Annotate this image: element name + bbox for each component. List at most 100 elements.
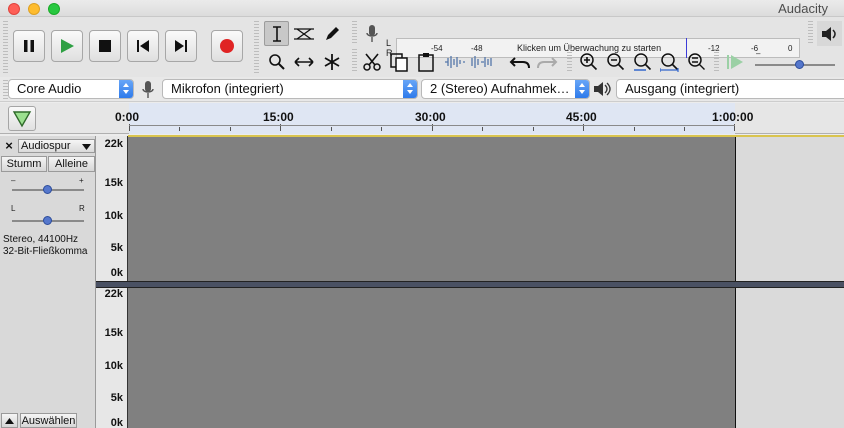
track-sample-rate: Stereo, 44100Hz [3, 234, 79, 245]
pan-right-label: R [79, 204, 85, 213]
recording-device-select[interactable]: Mikrofon (integriert) [162, 79, 418, 99]
track-control-panel[interactable]: × Audiospur Stumm Alleine – + L R Stereo… [0, 136, 96, 428]
zoom-out-button[interactable] [603, 49, 628, 74]
skip-to-end-button[interactable] [165, 30, 197, 62]
toolbar-grip[interactable] [567, 49, 572, 73]
scale-label: 5k [110, 242, 123, 254]
right-channel-view[interactable] [128, 288, 735, 428]
channel-divider[interactable] [96, 281, 844, 288]
ruler-baseline [129, 125, 735, 126]
scissors-icon [362, 52, 381, 71]
close-window-button[interactable] [8, 3, 20, 15]
gain-minus-label: – [11, 176, 16, 185]
minimize-window-button[interactable] [28, 3, 40, 15]
playback-device-value: Ausgang (integriert) [625, 81, 740, 96]
silence-audio-button[interactable] [468, 49, 493, 74]
trim-audio-button[interactable] [441, 49, 466, 74]
ruler-tick [179, 127, 180, 131]
pause-button[interactable] [13, 30, 45, 62]
skip-to-start-button[interactable] [127, 30, 159, 62]
undo-button[interactable] [507, 49, 532, 74]
maximize-window-button[interactable] [48, 3, 60, 15]
empty-track-area[interactable] [735, 288, 844, 428]
audio-host-value: Core Audio [17, 81, 82, 96]
scale-label: 10k [104, 360, 123, 372]
triangle-down-icon [12, 111, 32, 128]
redo-icon [536, 56, 557, 68]
draw-tool[interactable] [319, 21, 344, 46]
window-title: Audacity [778, 1, 828, 16]
clipboard-icon [417, 52, 434, 72]
collapse-track-button[interactable] [1, 413, 18, 428]
gain-knob[interactable] [43, 185, 52, 194]
skip-start-icon [137, 40, 149, 52]
zoom-in-icon [579, 52, 597, 70]
toolbar-grip[interactable] [714, 49, 719, 73]
zoom-toggle-icon [687, 52, 705, 70]
selection-tool[interactable] [264, 21, 289, 46]
scale-label: 15k [104, 327, 123, 339]
solo-button[interactable]: Alleine [48, 156, 95, 172]
track-menu-button[interactable]: Audiospur [18, 139, 95, 153]
toolbar-grip[interactable] [808, 21, 813, 45]
copy-button[interactable] [386, 49, 411, 74]
paste-button[interactable] [413, 49, 438, 74]
time-shift-tool[interactable] [291, 49, 316, 74]
playback-meter-button[interactable] [817, 21, 842, 46]
stop-button[interactable] [89, 30, 121, 62]
triangle-down-icon [82, 144, 91, 150]
toolbar-grip[interactable] [352, 49, 357, 73]
playback-device-select[interactable]: Ausgang (integriert) [616, 79, 844, 99]
select-track-button[interactable]: Auswählen [20, 413, 77, 428]
toolbar-grip[interactable] [254, 21, 259, 73]
triangle-up-icon [5, 418, 14, 424]
zoom-toggle-button[interactable] [684, 49, 709, 74]
ruler-tick [533, 127, 534, 131]
left-channel-view[interactable] [128, 137, 735, 281]
redo-button[interactable] [534, 49, 559, 74]
audio-host-select[interactable]: Core Audio [8, 79, 134, 99]
multi-tool[interactable] [319, 49, 344, 74]
asterisk-icon [324, 53, 339, 70]
toolbar-grip[interactable] [352, 21, 357, 45]
mute-button[interactable]: Stumm [1, 156, 47, 172]
envelope-icon [293, 27, 314, 40]
double-arrow-icon [293, 56, 314, 67]
recording-channels-select[interactable]: 2 (Stereo) Aufnahmek… [421, 79, 590, 99]
timeline-label: 0:00 [115, 110, 140, 124]
record-meter-button[interactable] [359, 21, 384, 46]
pinned-playhead-button[interactable] [8, 106, 36, 131]
close-track-icon[interactable]: × [2, 139, 16, 153]
empty-track-area[interactable] [735, 137, 844, 281]
recording-device-value: Mikrofon (integriert) [171, 81, 284, 96]
pan-knob[interactable] [43, 216, 52, 225]
record-button[interactable] [211, 30, 243, 62]
ruler-tick [684, 127, 685, 131]
speaker-icon [821, 26, 836, 41]
speed-minus-label: – [756, 49, 761, 58]
timeline-row: 0:00 15:00 30:00 45:00 1:00:00 [0, 103, 844, 134]
timeline-ruler[interactable]: 0:00 15:00 30:00 45:00 1:00:00 [115, 103, 753, 134]
copy-icon [389, 52, 408, 72]
silence-icon [470, 55, 492, 68]
play-at-speed-button[interactable] [722, 49, 747, 74]
ruler-tick [482, 127, 483, 131]
playback-speed-knob[interactable] [795, 60, 804, 69]
select-arrow-icon [403, 80, 417, 98]
track-name: Audiospur [21, 140, 71, 152]
zoom-tool[interactable] [264, 49, 289, 74]
play-icon [61, 39, 74, 53]
fit-project-button[interactable] [657, 49, 682, 74]
toolbar-grip[interactable] [3, 21, 8, 73]
scale-label: 10k [104, 210, 123, 222]
meter-tick: 0 [788, 44, 793, 53]
i-beam-icon [272, 25, 281, 42]
timeline-label: 30:00 [415, 110, 446, 124]
zoom-in-button[interactable] [576, 49, 601, 74]
envelope-tool[interactable] [291, 21, 316, 46]
skip-end-icon [175, 40, 187, 52]
scale-label: 22k [104, 288, 123, 300]
play-button[interactable] [51, 30, 83, 62]
cut-button[interactable] [359, 49, 384, 74]
fit-selection-button[interactable] [630, 49, 655, 74]
